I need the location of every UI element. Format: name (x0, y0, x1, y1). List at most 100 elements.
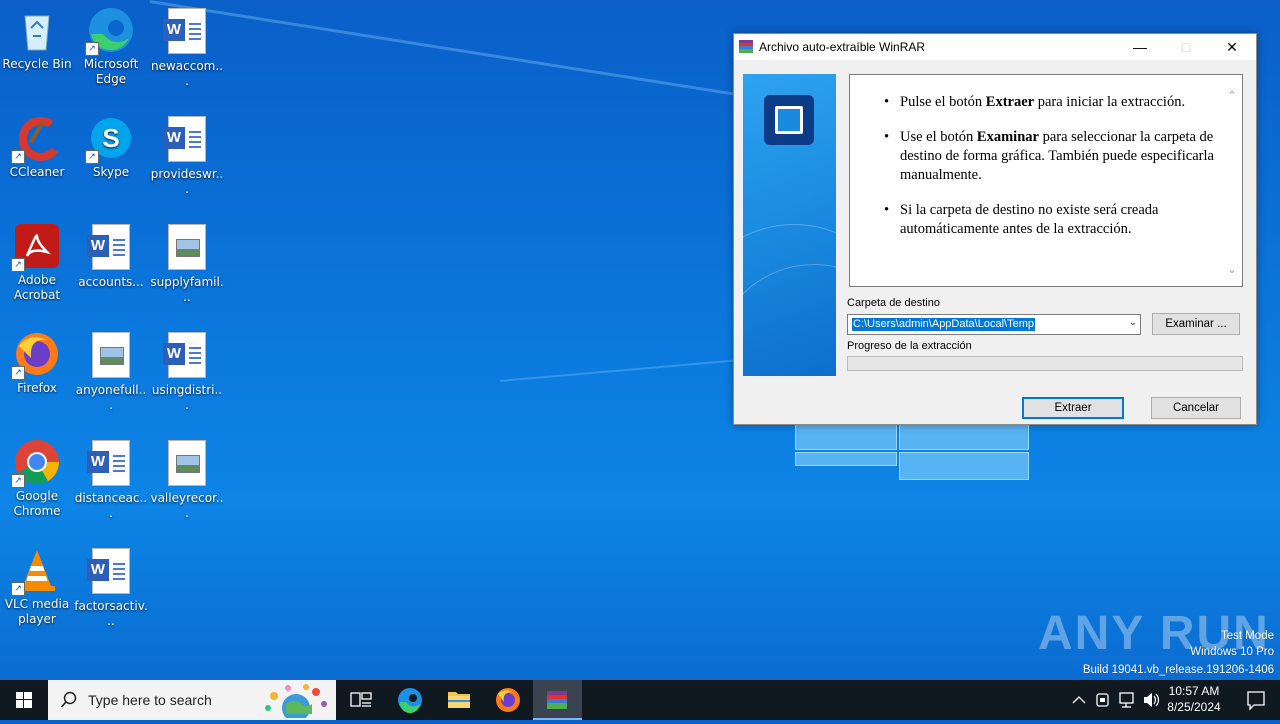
scroll-down-icon[interactable]: ⌄ (1226, 263, 1238, 276)
volume-icon (1144, 693, 1160, 707)
desktop-icon[interactable]: supplyfamil... (150, 222, 224, 305)
edge-icon: ↗ (85, 6, 135, 56)
instruction-item: Si la carpeta de destino no existe será … (884, 201, 1218, 239)
word-doc-icon: W (87, 224, 135, 272)
maximize-button: □ (1181, 39, 1191, 55)
shortcut-arrow-icon: ↗ (11, 366, 25, 380)
cancel-button[interactable]: Cancelar (1151, 397, 1241, 419)
desktop-icon[interactable]: Wnewaccom... (150, 6, 224, 89)
shortcut-arrow-icon: ↗ (85, 42, 99, 56)
instruction-text: Si la carpeta de destino no existe será … (900, 202, 1159, 237)
chevron-down-icon[interactable]: ⌄ (1129, 317, 1137, 328)
desktop-icon[interactable]: valleyrecor... (150, 438, 224, 521)
windows-edition-label: Windows 10 Pro (1190, 646, 1274, 658)
minimize-button[interactable]: — (1117, 34, 1163, 60)
desktop-icon[interactable]: Waccounts... (74, 222, 148, 290)
image-file-icon (87, 332, 135, 380)
desktop-icon-label: factorsactiv... (74, 599, 148, 628)
desktop-icon[interactable]: S ↗ Skype (74, 114, 148, 180)
tray-app[interactable] (1092, 680, 1114, 720)
desktop-icon[interactable]: ↗ VLC media player (0, 546, 74, 627)
browse-button[interactable]: Examinar ... (1152, 313, 1240, 335)
desktop-icon-label: accounts... (78, 275, 144, 289)
winrar-sfx-dialog: Archivo auto-extraíble WinRAR — □ ✕ Puls… (733, 33, 1257, 425)
instruction-text: para iniciar la extracción. (1034, 94, 1186, 110)
action-center-button[interactable] (1232, 680, 1280, 720)
taskbar-search-box[interactable]: Type here to search (48, 680, 336, 720)
shortcut-arrow-icon: ↗ (11, 150, 25, 164)
winrar-logo-icon (764, 95, 814, 145)
build-label: Build 19041.vb_release.191206-1406 (1082, 664, 1274, 676)
title-bar[interactable]: Archivo auto-extraíble WinRAR — □ ✕ (734, 34, 1256, 60)
folder-icon (448, 692, 470, 708)
destination-label: Carpeta de destino (847, 297, 940, 309)
desktop-icon[interactable]: ↗ Microsoft Edge (74, 6, 148, 87)
winrar-icon (739, 40, 753, 53)
word-doc-icon: W (163, 116, 211, 164)
taskbar-edge[interactable] (386, 680, 434, 720)
notification-icon (1247, 691, 1265, 711)
start-button[interactable] (0, 680, 48, 720)
image-file-icon (163, 224, 211, 272)
volume-button[interactable] (1140, 680, 1162, 720)
desktop-icon-label: Google Chrome (13, 489, 61, 518)
scroll-up-icon[interactable]: ⌃ (1226, 89, 1238, 102)
desktop-icon-label: provideswr... (150, 167, 224, 196)
desktop-icon[interactable]: Wprovideswr... (150, 114, 224, 197)
recycle-bin-icon (13, 6, 61, 54)
desktop-icon[interactable]: ↗ CCleaner (0, 114, 74, 180)
desktop-icon-label: anyonefull... (75, 383, 147, 412)
shortcut-arrow-icon: ↗ (11, 258, 25, 272)
desktop-icon-label: newaccom... (150, 59, 223, 88)
vlc-icon: ↗ (11, 546, 61, 596)
instruction-keyword: Examinar (976, 129, 1039, 145)
word-doc-icon: W (163, 8, 211, 56)
desktop-icon-label: Adobe Acrobat (13, 273, 61, 302)
test-mode-label: Test Mode (1220, 630, 1274, 642)
image-file-icon (163, 440, 211, 488)
taskbar-firefox[interactable] (484, 680, 532, 720)
device-icon (1096, 693, 1109, 707)
extract-button[interactable]: Extraer (1022, 397, 1124, 419)
desktop-icon-label: Firefox (17, 381, 57, 395)
instruction-text: Pulse el botón (900, 94, 986, 110)
desktop-icon[interactable]: ↗ Firefox (0, 330, 74, 396)
search-highlight-icon (265, 684, 327, 718)
word-doc-icon: W (87, 548, 135, 596)
destination-path[interactable]: C:\Users\admin\AppData\Local\Temp (852, 318, 1035, 331)
desktop-icon-label: Microsoft Edge (83, 57, 139, 86)
network-icon (1119, 692, 1134, 708)
task-view-button[interactable] (338, 680, 384, 720)
wallpaper-logo (795, 420, 1030, 480)
word-doc-icon: W (163, 332, 211, 380)
destination-folder-combobox[interactable]: C:\Users\admin\AppData\Local\Temp ⌄ (847, 314, 1141, 335)
acrobat-icon: ↗ (11, 222, 61, 272)
search-placeholder[interactable]: Type here to search (88, 692, 212, 708)
windows-start-icon (16, 692, 32, 708)
network-button[interactable] (1116, 680, 1138, 720)
desktop-icon[interactable]: ↗ Adobe Acrobat (0, 222, 74, 303)
task-view-icon (350, 692, 372, 707)
desktop-icon-label: Recycle Bin (2, 57, 72, 71)
svg-text:S: S (102, 123, 119, 153)
desktop-icon[interactable]: Wfactorsactiv... (74, 546, 148, 629)
skype-icon: S ↗ (85, 114, 135, 164)
shortcut-arrow-icon: ↗ (11, 474, 25, 488)
clock[interactable]: 10:57 AM 8/25/2024 (1162, 680, 1226, 720)
show-hidden-icons-button[interactable] (1068, 680, 1090, 720)
taskbar: Type here to search 10:57 AM 8/25/2024 (0, 680, 1280, 720)
edge-icon (398, 688, 422, 714)
taskbar-file-explorer[interactable] (435, 680, 483, 720)
clock-time: 10:57 AM (1168, 684, 1220, 698)
taskbar-winrar[interactable] (533, 680, 582, 720)
desktop-icon[interactable]: Recycle Bin (0, 6, 74, 72)
sfx-banner-image (743, 74, 836, 376)
desktop-icon[interactable]: Wusingdistri... (150, 330, 224, 413)
close-button[interactable]: ✕ (1209, 34, 1255, 60)
desktop-icon[interactable]: Wdistanceac... (74, 438, 148, 521)
instruction-item: Pulse el botón Extraer para iniciar la e… (884, 93, 1218, 112)
desktop-icon[interactable]: anyonefull... (74, 330, 148, 413)
desktop-icon[interactable]: ↗ Google Chrome (0, 438, 74, 519)
window-title: Archivo auto-extraíble WinRAR (759, 40, 926, 54)
winrar-icon (547, 691, 567, 709)
